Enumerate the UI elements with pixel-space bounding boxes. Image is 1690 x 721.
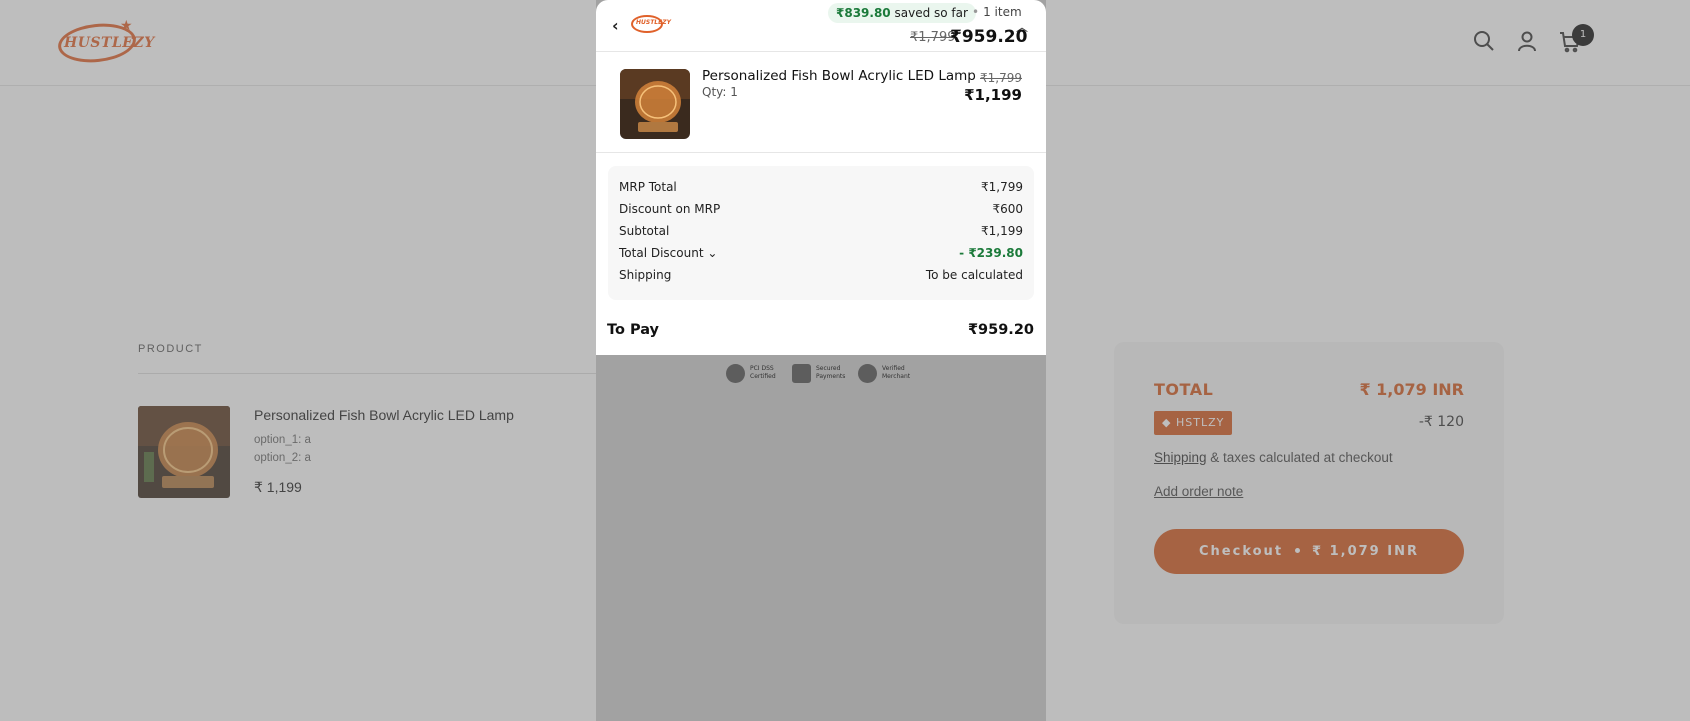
- divider: [596, 152, 1046, 153]
- summary-row: Subtotal ₹1,199: [619, 224, 1023, 242]
- item-count: • 1 item: [972, 5, 1022, 19]
- summary-value: ₹1,799: [981, 180, 1023, 194]
- summary-value: ₹1,199: [981, 224, 1023, 238]
- summary-label: MRP Total: [619, 180, 677, 194]
- modal-product-image: [620, 69, 690, 139]
- header-pay-total: ₹959.20: [950, 27, 1028, 47]
- summary-value: To be calculated: [925, 268, 1023, 282]
- to-pay-label: To Pay: [607, 322, 660, 338]
- modal-product-mrp: ₹1,799: [980, 71, 1022, 85]
- badge-line: Merchant: [882, 373, 911, 380]
- badge-line: Secured: [816, 365, 841, 372]
- checkout-modal: ‹ HUSTLEZY ₹839.80 saved so far • 1 item …: [596, 0, 1046, 721]
- summary-row: Discount on MRP ₹600: [619, 202, 1023, 220]
- saved-amount: ₹839.80: [836, 6, 891, 20]
- chevron-down-icon: ⌄: [707, 246, 718, 260]
- card-icon: [792, 364, 811, 383]
- item-count-text: 1 item: [983, 5, 1022, 19]
- summary-label-text: Total Discount: [619, 246, 704, 260]
- summary-label: Discount on MRP: [619, 202, 721, 216]
- bullet: •: [972, 5, 980, 19]
- badge-line: Payments: [816, 373, 846, 380]
- summary-label: Total Discount ⌄: [619, 246, 717, 260]
- modal-product-title: Personalized Fish Bowl Acrylic LED Lamp: [702, 68, 976, 84]
- check-shield-icon: [726, 364, 745, 383]
- badge-line: PCI DSS: [750, 365, 774, 372]
- badge-text: Verified Merchant: [882, 365, 932, 381]
- summary-row: Shipping To be calculated: [619, 268, 1023, 286]
- summary-label: Subtotal: [619, 224, 670, 238]
- to-pay-value: ₹959.20: [967, 322, 1034, 338]
- original-total: ₹1,799: [910, 30, 956, 45]
- summary-value: - ₹239.80: [959, 246, 1023, 260]
- savings-pill: ₹839.80 saved so far: [828, 3, 976, 23]
- modal-logo: HUSTLEZY: [631, 15, 671, 33]
- modal-product-price: ₹1,199: [964, 86, 1022, 104]
- verified-icon: [858, 364, 877, 383]
- summary-row: MRP Total ₹1,799: [619, 180, 1023, 198]
- back-arrow-icon[interactable]: ‹: [612, 16, 619, 35]
- badge-line: Certified: [750, 373, 776, 380]
- saved-suffix: saved so far: [894, 6, 968, 20]
- modal-panel: ‹ HUSTLEZY ₹839.80 saved so far • 1 item …: [596, 0, 1046, 355]
- summary-value: ₹600: [992, 202, 1023, 216]
- modal-product-qty: Qty: 1: [702, 85, 738, 99]
- divider: [596, 51, 1046, 52]
- price-summary: MRP Total ₹1,799 Discount on MRP ₹600 Subt…: [608, 166, 1034, 300]
- summary-label: Shipping: [619, 268, 672, 282]
- total-discount-row[interactable]: Total Discount ⌄ - ₹239.80: [619, 246, 1023, 264]
- modal-logo-text: HUSTLEZY: [636, 19, 671, 26]
- badge-line: Verified: [882, 365, 905, 372]
